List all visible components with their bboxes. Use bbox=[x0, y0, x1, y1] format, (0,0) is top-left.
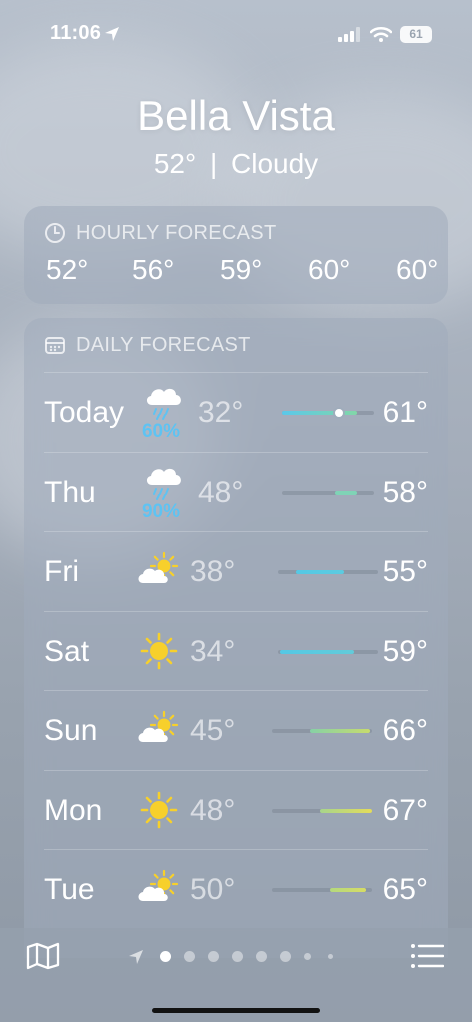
day-name: Sun bbox=[44, 714, 98, 747]
location-arrow-icon[interactable] bbox=[128, 949, 144, 965]
page-dot[interactable] bbox=[304, 953, 311, 960]
high-temperature: 58° bbox=[382, 475, 428, 509]
sun-icon bbox=[136, 628, 182, 674]
city-name: Bella Vista bbox=[137, 92, 335, 139]
hourly-temp: 52° bbox=[46, 254, 89, 285]
low-temperature: 34° bbox=[190, 634, 236, 668]
temperature-range-bar bbox=[278, 649, 378, 654]
daily-row[interactable]: Sat 34° 59° bbox=[24, 612, 448, 691]
temperature-range-bar bbox=[272, 729, 372, 733]
page-dot[interactable] bbox=[184, 951, 195, 962]
battery-indicator: 61 bbox=[400, 26, 432, 43]
status-time: 11:06 bbox=[50, 22, 102, 44]
hourly-temp: 60° bbox=[396, 254, 439, 285]
hourly-forecast-card[interactable]: HOURLY FORECAST 52° 56° 59° 60° 60° bbox=[24, 206, 448, 304]
map-icon[interactable] bbox=[26, 942, 60, 970]
low-temperature: 38° bbox=[190, 555, 236, 588]
temperature-range-fill bbox=[296, 570, 344, 574]
day-name: Mon bbox=[44, 793, 103, 827]
hourly-temp: 59° bbox=[220, 254, 263, 285]
page-dot[interactable] bbox=[160, 951, 171, 962]
day-name: Thu bbox=[44, 475, 96, 509]
location-header: Bella Vista 52° | Cloudy bbox=[0, 88, 472, 182]
wifi-icon bbox=[370, 26, 392, 42]
current-temperature: 52° bbox=[153, 148, 197, 179]
clock-icon bbox=[45, 223, 65, 243]
home-indicator bbox=[152, 1008, 320, 1013]
hourly-forecast-header: HOURLY FORECAST bbox=[44, 220, 276, 246]
summary-separator: | bbox=[209, 148, 218, 179]
page-dot[interactable] bbox=[208, 951, 219, 962]
daily-forecast-title: DAILY FORECAST bbox=[76, 333, 251, 356]
temperature-range-fill bbox=[330, 888, 366, 892]
temperature-range-fill bbox=[310, 729, 370, 733]
partly-sunny-icon bbox=[136, 548, 182, 594]
day-name: Fri bbox=[44, 555, 79, 588]
daily-row[interactable]: Tue 50° 65° bbox=[24, 850, 448, 929]
day-name: Sat bbox=[44, 634, 90, 668]
low-temperature: 45° bbox=[190, 714, 236, 747]
partly-sunny-icon bbox=[136, 866, 182, 912]
location-arrow-icon bbox=[105, 27, 119, 41]
day-name: Today bbox=[44, 396, 125, 429]
high-temperature: 61° bbox=[382, 396, 428, 429]
current-temperature-dot bbox=[335, 409, 344, 417]
page-dot[interactable] bbox=[280, 951, 291, 962]
low-temperature: 50° bbox=[190, 873, 236, 906]
temperature-range-bar bbox=[272, 888, 372, 892]
hourly-forecast-title: HOURLY FORECAST bbox=[76, 221, 277, 244]
temperature-range-bar bbox=[272, 808, 372, 813]
day-name: Tue bbox=[44, 873, 95, 906]
calendar-icon bbox=[45, 337, 65, 354]
hourly-temperatures[interactable]: 52° 56° 59° 60° 60° bbox=[46, 254, 448, 286]
bottom-toolbar bbox=[0, 928, 472, 1022]
temperature-range-bar bbox=[282, 490, 374, 495]
high-temperature: 65° bbox=[382, 873, 428, 906]
daily-row[interactable]: Today 60% 32° 61° bbox=[24, 373, 448, 452]
temperature-range-fill bbox=[280, 649, 354, 654]
low-temperature: 48° bbox=[190, 793, 236, 827]
hourly-temp: 60° bbox=[308, 254, 351, 285]
high-temperature: 55° bbox=[382, 555, 428, 588]
page-indicator[interactable] bbox=[128, 948, 348, 966]
hourly-temp: 56° bbox=[132, 254, 175, 285]
current-summary: 52° | Cloudy bbox=[0, 146, 472, 182]
low-temperature: 32° bbox=[198, 396, 244, 429]
temperature-range-bar bbox=[278, 570, 378, 574]
high-temperature: 67° bbox=[382, 793, 428, 827]
high-temperature: 66° bbox=[382, 714, 428, 747]
low-temperature: 48° bbox=[198, 475, 244, 509]
daily-row[interactable]: Thu 90% 48° 58° bbox=[24, 453, 448, 532]
daily-forecast-card[interactable]: DAILY FORECAST Today 60% 32° 61° Thu 90% 48° 58… bbox=[24, 318, 448, 958]
cellular-signal-icon bbox=[338, 27, 360, 42]
current-condition: Cloudy bbox=[231, 148, 319, 179]
daily-row[interactable]: Sun 45° 66° bbox=[24, 691, 448, 770]
page-dot[interactable] bbox=[232, 951, 243, 962]
daily-row[interactable]: Fri 38° 55° bbox=[24, 532, 448, 611]
high-temperature: 59° bbox=[382, 634, 428, 668]
temperature-range-fill bbox=[282, 411, 358, 415]
daily-forecast-header: DAILY FORECAST bbox=[44, 332, 251, 358]
status-bar: 11:06 61 bbox=[0, 0, 472, 70]
daily-row[interactable]: Mon 48° 67° bbox=[24, 771, 448, 850]
precipitation-chance: 90% bbox=[141, 500, 181, 522]
temperature-range-fill bbox=[335, 490, 358, 495]
page-dot[interactable] bbox=[328, 954, 333, 959]
temperature-range-bar bbox=[282, 409, 374, 417]
sun-icon bbox=[136, 787, 182, 833]
partly-sunny-icon bbox=[136, 707, 182, 753]
precipitation-chance: 60% bbox=[141, 421, 181, 442]
temperature-range-fill bbox=[320, 808, 372, 813]
list-icon[interactable] bbox=[410, 942, 444, 970]
page-dot[interactable] bbox=[256, 951, 267, 962]
